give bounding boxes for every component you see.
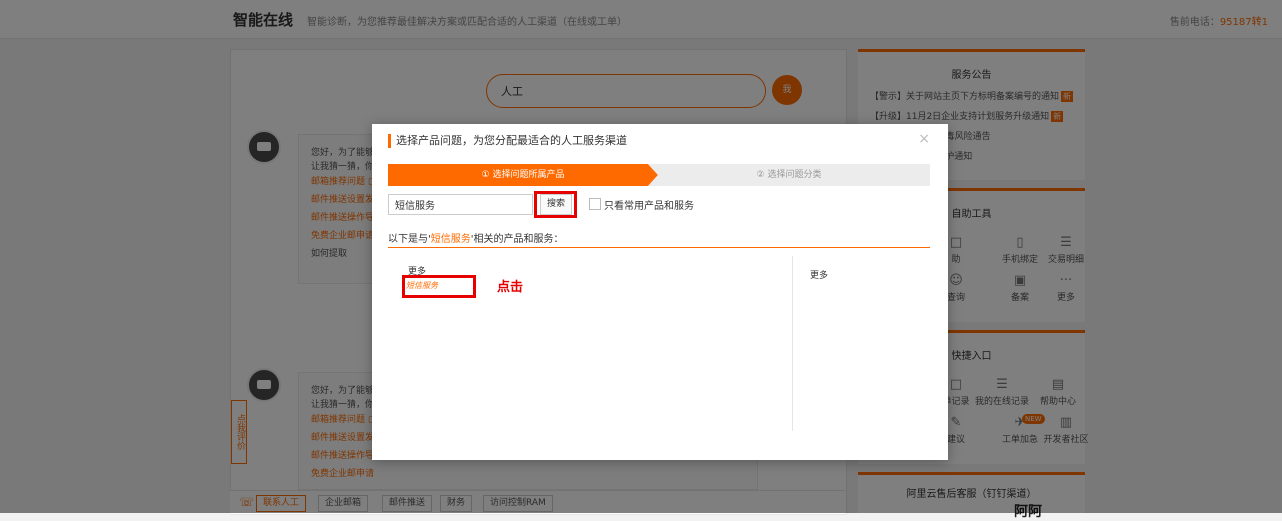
result-keyword: 短信服务 <box>430 234 471 245</box>
highlight-box <box>402 275 476 298</box>
click-annotation: 点击 <box>497 280 524 295</box>
select-product-dialog: 选择产品问题，为您分配最适合的人工服务渠道 × ① 选择问题所属产品 ② 选择问… <box>372 124 948 460</box>
column-divider <box>792 256 793 431</box>
step-select-product: ① 选择问题所属产品 <box>388 164 658 186</box>
divider <box>388 247 930 248</box>
dialog-title: 选择产品问题，为您分配最适合的人工服务渠道 <box>388 134 627 148</box>
result-summary: 以下是与'短信服务'相关的产品和服务： <box>388 234 564 245</box>
step-select-category: ② 选择问题分类 <box>648 164 930 186</box>
close-icon[interactable]: × <box>918 131 930 147</box>
right-column-header: 更多 <box>810 271 829 281</box>
product-search-input[interactable] <box>388 194 533 215</box>
common-only-label[interactable]: 只看常用产品和服务 <box>604 197 694 212</box>
highlight-box <box>534 191 577 218</box>
common-only-checkbox[interactable] <box>589 198 601 210</box>
